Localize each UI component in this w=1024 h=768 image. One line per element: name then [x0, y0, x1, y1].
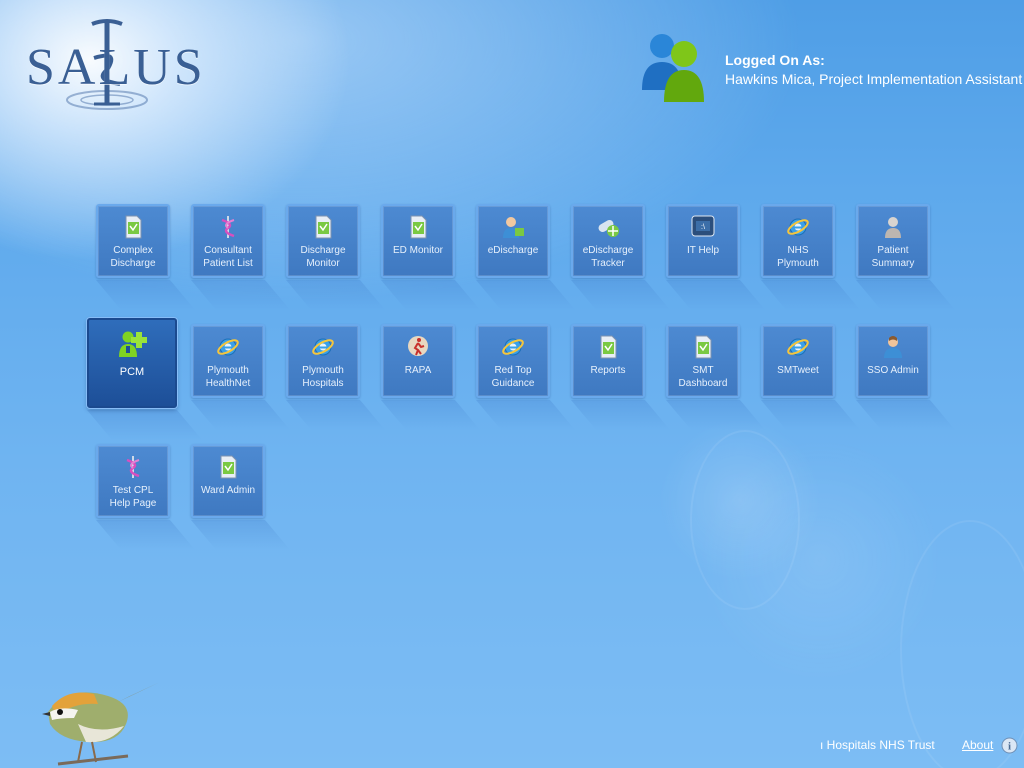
tile-smtweet[interactable]: SMTweet: [761, 324, 835, 398]
tile-label: Reports: [590, 365, 626, 376]
person-icon: [501, 214, 525, 240]
tile-complex-discharge[interactable]: Complex Discharge: [96, 204, 170, 278]
tile-label: PCM: [119, 366, 145, 378]
internet-explorer-icon: [786, 334, 810, 360]
logged-on-user: Hawkins Mica, Project Implementation Ass…: [725, 71, 1023, 87]
tile-plymouth-hospitals[interactable]: Plymouth Hospitals: [286, 324, 360, 398]
svg-text:i: i: [1008, 741, 1011, 753]
tile-reflection: [191, 520, 291, 550]
background-ring: [690, 430, 800, 610]
tile-test-cpl-help-page[interactable]: Test CPL Help Page: [96, 444, 170, 518]
tile-reflection: [87, 410, 203, 440]
tile-ed-monitor[interactable]: ED Monitor: [381, 204, 455, 278]
tile-pcm[interactable]: PCM: [87, 318, 177, 408]
tile-rapa[interactable]: RAPA: [381, 324, 455, 398]
tile-label: SSO Admin: [867, 365, 919, 376]
tile-it-help[interactable]: :\ IT Help: [666, 204, 740, 278]
tile-sso-admin[interactable]: SSO Admin: [856, 324, 930, 398]
tile-label: eDischarge Tracker: [582, 245, 634, 269]
tile-reflection: [571, 280, 671, 310]
tile-ward-admin[interactable]: Ward Admin: [191, 444, 265, 518]
tile-consultant-patient-list[interactable]: Consultant Patient List: [191, 204, 265, 278]
users-icon: [642, 34, 704, 102]
tile-reflection: [476, 280, 576, 310]
tile-reports[interactable]: Reports: [571, 324, 645, 398]
internet-explorer-icon: [501, 334, 525, 360]
tile-label: Patient Summary: [871, 245, 915, 269]
document-icon: [691, 334, 715, 360]
internet-explorer-icon: [786, 214, 810, 240]
logo-text: SALUS: [26, 39, 206, 96]
tile-label: Discharge Monitor: [300, 245, 346, 269]
svg-text::\: :\: [701, 224, 705, 231]
info-icon[interactable]: i: [1001, 737, 1018, 754]
tile-label: Ward Admin: [200, 485, 256, 496]
tile-reflection: [96, 520, 196, 550]
internet-explorer-icon: [216, 334, 240, 360]
tile-label: eDischarge: [487, 245, 539, 256]
tile-label: SMTweet: [777, 365, 819, 376]
patient-icon: [881, 214, 905, 240]
monitor-icon: :\: [691, 214, 715, 240]
add-user-icon: [117, 328, 147, 358]
pill-icon: [596, 214, 620, 240]
tile-label: RAPA: [404, 365, 432, 376]
tile-reflection: [191, 400, 291, 430]
runner-icon: [406, 334, 430, 360]
document-icon: [406, 214, 430, 240]
tile-label: Red Top Guidance: [491, 365, 535, 389]
tile-nhs-plymouth[interactable]: NHS Plymouth: [761, 204, 835, 278]
tile-reflection: [286, 400, 386, 430]
tile-reflection: [666, 280, 766, 310]
tile-label: Test CPL Help Page: [109, 485, 157, 509]
tile-discharge-monitor[interactable]: Discharge Monitor: [286, 204, 360, 278]
tile-red-top-guidance[interactable]: Red Top Guidance: [476, 324, 550, 398]
bird-icon: [42, 682, 160, 766]
tile-reflection: [191, 280, 291, 310]
tile-label: NHS Plymouth: [777, 245, 819, 269]
tile-plymouth-healthnet[interactable]: Plymouth HealthNet: [191, 324, 265, 398]
caduceus-icon: [216, 214, 240, 240]
tile-reflection: [476, 400, 576, 430]
document-icon: [216, 454, 240, 480]
tile-reflection: [666, 400, 766, 430]
logged-on-label: Logged On As:: [725, 52, 825, 68]
tile-label: ED Monitor: [392, 245, 443, 256]
salus-logo: SALUS: [22, 18, 203, 113]
tile-reflection: [96, 280, 196, 310]
tile-reflection: [856, 280, 956, 310]
document-icon: [121, 214, 145, 240]
internet-explorer-icon: [311, 334, 335, 360]
tile-label: IT Help: [686, 245, 720, 256]
tile-label: Plymouth HealthNet: [205, 365, 251, 389]
document-icon: [311, 214, 335, 240]
about-link[interactable]: About: [962, 738, 993, 752]
tile-reflection: [571, 400, 671, 430]
tile-label: Consultant Patient List: [203, 245, 253, 269]
background-ring: [900, 520, 1024, 768]
tile-label: Plymouth Hospitals: [302, 365, 344, 389]
trust-name: ı Hospitals NHS Trust: [820, 738, 935, 752]
tile-reflection: [381, 400, 481, 430]
tile-reflection: [761, 400, 861, 430]
caduceus-icon: [121, 454, 145, 480]
tile-edischarge[interactable]: eDischarge: [476, 204, 550, 278]
tile-reflection: [761, 280, 861, 310]
tile-reflection: [381, 280, 481, 310]
user-icon: [881, 334, 905, 360]
tile-smt-dashboard[interactable]: SMT Dashboard: [666, 324, 740, 398]
tile-reflection: [286, 280, 386, 310]
tile-reflection: [856, 400, 956, 430]
tile-patient-summary[interactable]: Patient Summary: [856, 204, 930, 278]
document-icon: [596, 334, 620, 360]
tile-edischarge-tracker[interactable]: eDischarge Tracker: [571, 204, 645, 278]
tile-label: SMT Dashboard: [678, 365, 728, 389]
tile-label: Complex Discharge: [110, 245, 156, 269]
